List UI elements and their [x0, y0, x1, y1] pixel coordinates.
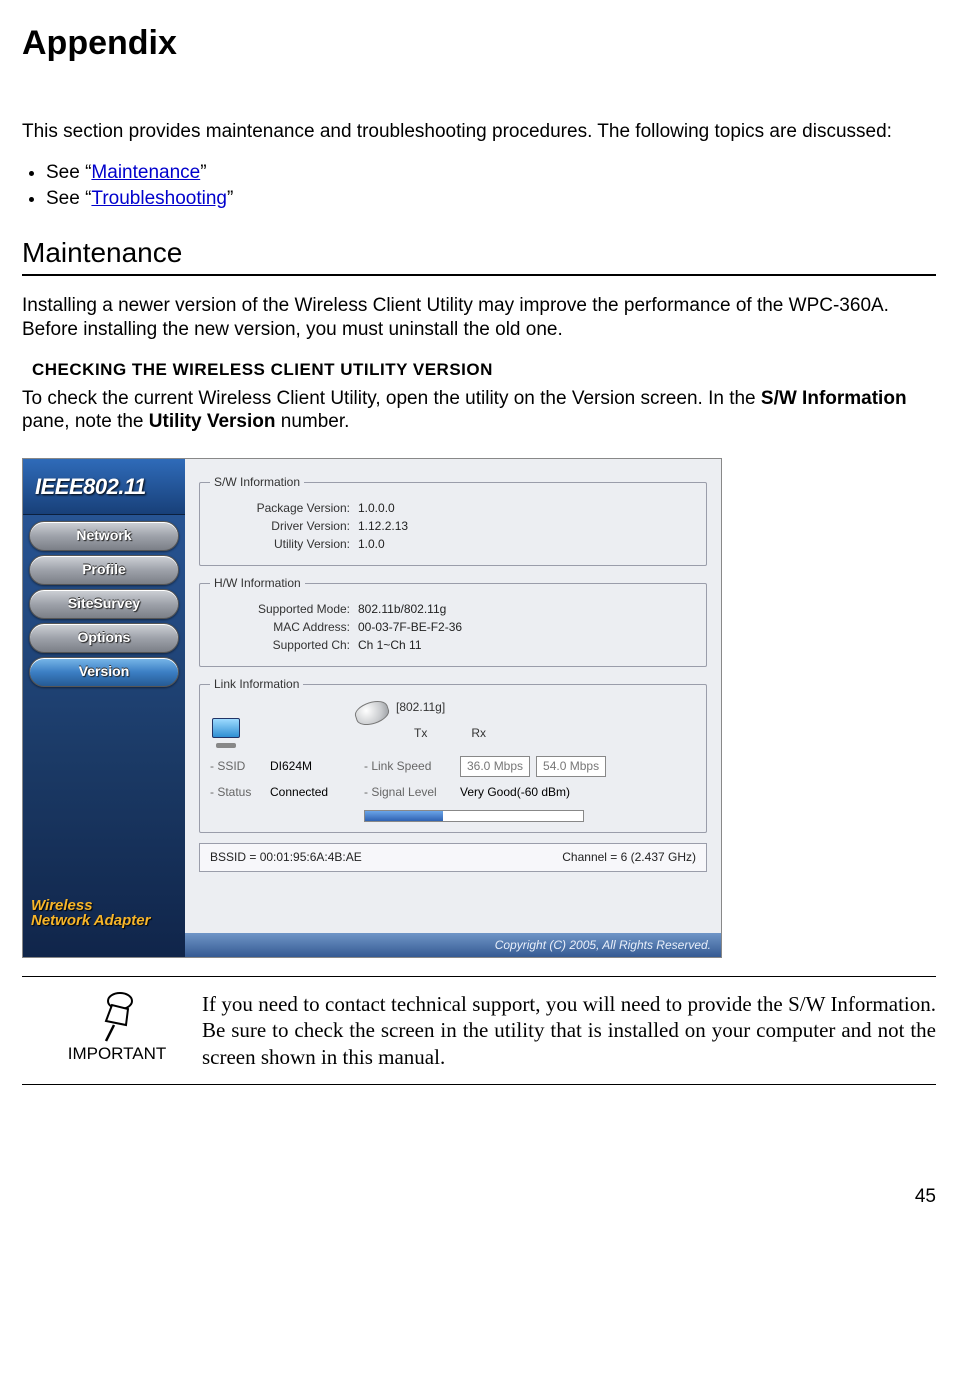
package-version-label: Package Version: [210, 501, 358, 516]
see-suffix: ” [227, 188, 233, 209]
mac-address-value: 00-03-7F-BE-F2-36 [358, 620, 462, 635]
supported-mode-value: 802.11b/802.11g [358, 602, 446, 617]
sw-information-group: S/W Information Package Version:1.0.0.0 … [199, 475, 707, 566]
link-legend: Link Information [210, 677, 303, 692]
rx-label: Rx [471, 726, 486, 741]
link-troubleshooting[interactable]: Troubleshooting [91, 188, 227, 209]
utility-version-value: 1.0.0 [358, 537, 385, 552]
ssid-label: - SSID [210, 759, 264, 774]
see-prefix: See “ [46, 162, 91, 183]
txrx-header: Tx Rx [396, 726, 486, 741]
copyright-bar: Copyright (C) 2005, All Rights Reserved. [185, 933, 721, 957]
signal-level-value: Very Good(-60 dBm) [460, 785, 696, 800]
maintenance-desc: Installing a newer version of the Wirele… [22, 294, 936, 342]
band-label: [802.11g] [396, 700, 445, 715]
nav-sitesurvey[interactable]: SiteSurvey [29, 589, 179, 619]
sidebar-footer: Wireless Network Adapter [31, 898, 177, 930]
intro-text: This section provides maintenance and tr… [22, 120, 936, 144]
rule [22, 1084, 936, 1085]
driver-version-label: Driver Version: [210, 519, 358, 534]
satellite-dish-icon [352, 697, 391, 728]
supported-ch-label: Supported Ch: [210, 638, 358, 653]
wireless-utility-window: ✕ IEEE802.11 Network Profile SiteSurvey … [22, 458, 722, 958]
important-label: IMPORTANT [68, 1043, 167, 1064]
topic-list: See “Maintenance” See “Troubleshooting” [22, 161, 936, 211]
pushpin-icon [92, 991, 142, 1045]
important-text: If you need to contact technical support… [202, 991, 936, 1070]
nav: Network Profile SiteSurvey Options Versi… [23, 515, 185, 687]
supported-mode-label: Supported Mode: [210, 602, 358, 617]
channel-value: Channel = 6 (2.437 GHz) [562, 850, 696, 865]
main-pane: S/W Information Package Version:1.0.0.0 … [185, 459, 721, 957]
page-number: 45 [22, 1185, 936, 1209]
signal-level-label: - Signal Level [364, 785, 454, 800]
status-label: - Status [210, 785, 264, 800]
supported-ch-value: Ch 1~Ch 11 [358, 638, 422, 653]
see-suffix: ” [200, 162, 206, 183]
important-note: IMPORTANT If you need to contact technic… [22, 977, 936, 1084]
subheading-checking-version: CHECKING THE WIRELESS CLIENT UTILITY VER… [32, 359, 936, 380]
page-title: Appendix [22, 22, 936, 65]
nav-network[interactable]: Network [29, 521, 179, 551]
list-item: See “Maintenance” [46, 161, 936, 185]
sw-legend: S/W Information [210, 475, 304, 490]
utility-version-label: Utility Version: [210, 537, 358, 552]
rule [22, 274, 936, 276]
nav-profile[interactable]: Profile [29, 555, 179, 585]
nav-options[interactable]: Options [29, 623, 179, 653]
maintenance-heading: Maintenance [22, 235, 936, 270]
status-bar: BSSID = 00:01:95:6A:4B:AE Channel = 6 (2… [199, 843, 707, 872]
ssid-value: DI624M [270, 759, 358, 774]
see-prefix: See “ [46, 188, 91, 209]
driver-version-value: 1.12.2.13 [358, 519, 408, 534]
rx-speed-value: 54.0 Mbps [536, 756, 606, 777]
sidebar: IEEE802.11 Network Profile SiteSurvey Op… [23, 459, 185, 957]
tx-label: Tx [414, 726, 427, 741]
link-maintenance[interactable]: Maintenance [91, 162, 200, 183]
signal-bar [364, 810, 584, 822]
package-version-value: 1.0.0.0 [358, 501, 395, 516]
link-information-group: Link Information [802.11g] Tx Rx - SSID … [199, 677, 707, 833]
list-item: See “Troubleshooting” [46, 187, 936, 211]
nav-version[interactable]: Version [29, 657, 179, 687]
mac-address-label: MAC Address: [210, 620, 358, 635]
monitor-icon [210, 718, 246, 748]
status-value: Connected [270, 785, 358, 800]
brand-logo: IEEE802.11 [23, 459, 185, 515]
hw-legend: H/W Information [210, 576, 305, 591]
linkspeed-label: - Link Speed [364, 759, 454, 774]
hw-information-group: H/W Information Supported Mode:802.11b/8… [199, 576, 707, 667]
check-desc: To check the current Wireless Client Uti… [22, 387, 936, 435]
tx-speed-value: 36.0 Mbps [460, 756, 530, 777]
bssid-value: BSSID = 00:01:95:6A:4B:AE [210, 850, 362, 865]
